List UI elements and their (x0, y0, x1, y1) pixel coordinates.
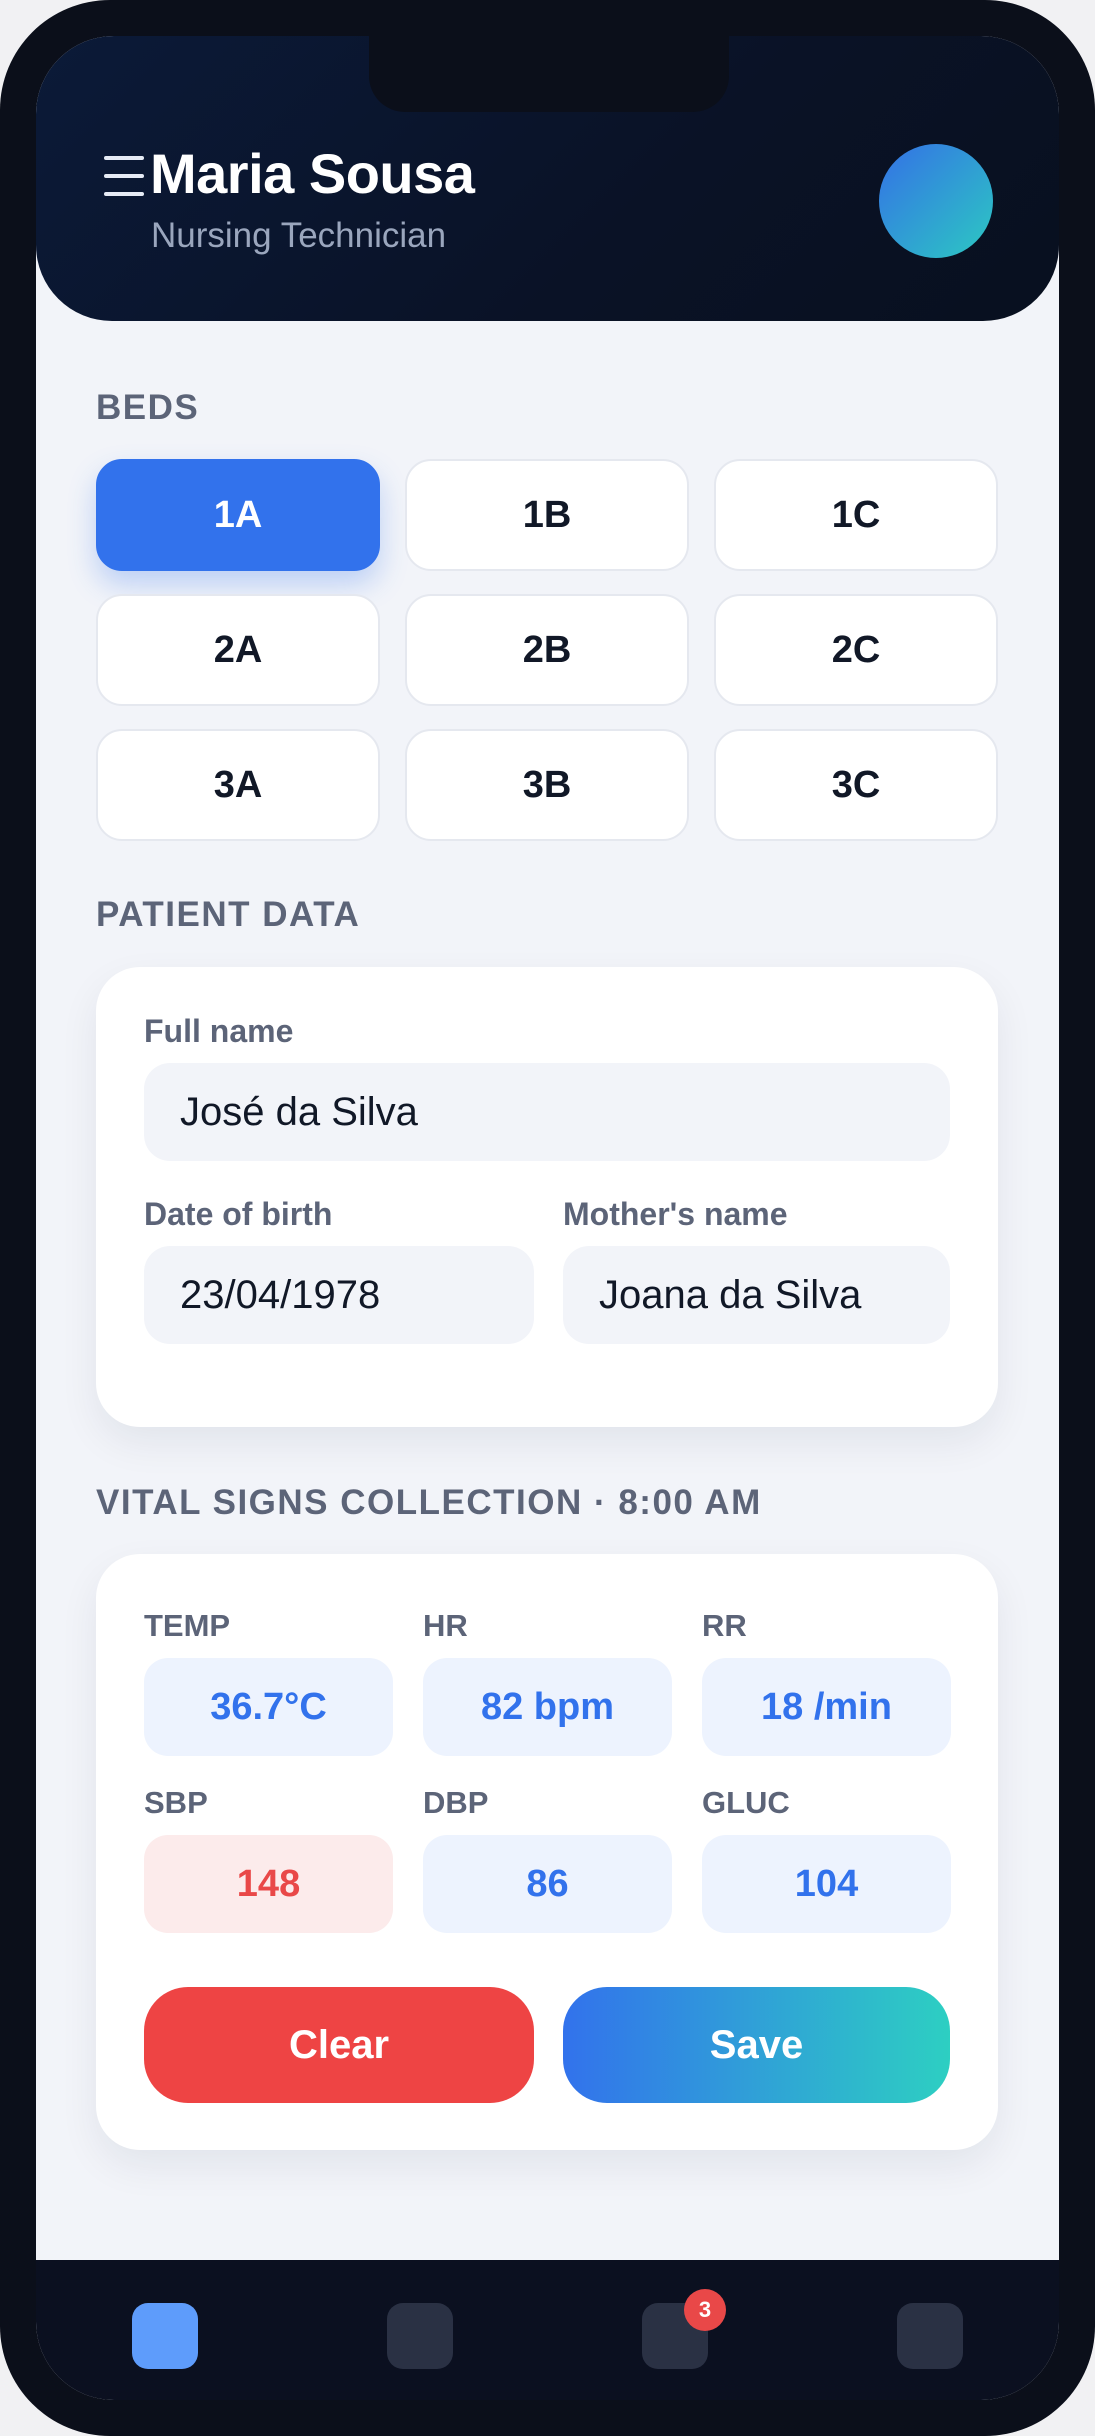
device-notch (369, 36, 729, 112)
bed-button-3c[interactable]: 3C (714, 729, 998, 841)
dbp-label: DBP (423, 1785, 489, 1820)
patient-section-title: PATIENT DATA (96, 895, 361, 934)
patient-data-card: Full name José da Silva Date of birth 23… (96, 967, 998, 1427)
dob-field[interactable]: 23/04/1978 (144, 1246, 534, 1344)
clear-button[interactable]: Clear (144, 1987, 534, 2103)
bed-button-1c[interactable]: 1C (714, 459, 998, 571)
hr-label: HR (423, 1608, 468, 1643)
dbp-value[interactable]: 86 (423, 1835, 672, 1933)
sbp-value[interactable]: 148 (144, 1835, 393, 1933)
mother-name-field[interactable]: Joana da Silva (563, 1246, 950, 1344)
bed-button-3a[interactable]: 3A (96, 729, 380, 841)
full-name-field[interactable]: José da Silva (144, 1063, 950, 1161)
bed-button-1b[interactable]: 1B (405, 459, 689, 571)
user-name: Maria Sousa (150, 142, 475, 205)
vitals-section-title: VITAL SIGNS COLLECTION · 8:00 AM (96, 1483, 762, 1522)
gluc-value[interactable]: 104 (702, 1835, 951, 1933)
notification-badge: 3 (684, 2289, 726, 2331)
gluc-label: GLUC (702, 1785, 790, 1820)
home-icon[interactable] (132, 2303, 198, 2369)
bottom-nav: 3 (36, 2260, 1059, 2400)
user-role: Nursing Technician (151, 216, 447, 255)
temp-value[interactable]: 36.7°C (144, 1658, 393, 1756)
save-button[interactable]: Save (563, 1987, 950, 2103)
app-screen: Maria Sousa Nursing Technician BEDS 1A 1… (36, 36, 1059, 2400)
rr-value[interactable]: 18 /min (702, 1658, 951, 1756)
beds-section-title: BEDS (96, 388, 200, 427)
menu-icon[interactable] (104, 156, 144, 200)
temp-label: TEMP (144, 1608, 231, 1643)
full-name-label: Full name (144, 1013, 294, 1049)
bed-button-2b[interactable]: 2B (405, 594, 689, 706)
profile-icon[interactable] (897, 2303, 963, 2369)
bed-button-2a[interactable]: 2A (96, 594, 380, 706)
mother-name-label: Mother's name (563, 1196, 788, 1232)
rr-label: RR (702, 1608, 747, 1643)
dob-label: Date of birth (144, 1196, 333, 1232)
hr-value[interactable]: 82 bpm (423, 1658, 672, 1756)
phone-frame: Maria Sousa Nursing Technician BEDS 1A 1… (0, 0, 1095, 2436)
bed-button-2c[interactable]: 2C (714, 594, 998, 706)
bed-button-1a[interactable]: 1A (96, 459, 380, 571)
patients-icon[interactable] (387, 2303, 453, 2369)
bed-button-3b[interactable]: 3B (405, 729, 689, 841)
sbp-label: SBP (144, 1785, 208, 1820)
avatar[interactable] (879, 144, 993, 258)
vital-signs-card: TEMP 36.7°C HR 82 bpm RR 18 /min SBP 148… (96, 1554, 998, 2150)
